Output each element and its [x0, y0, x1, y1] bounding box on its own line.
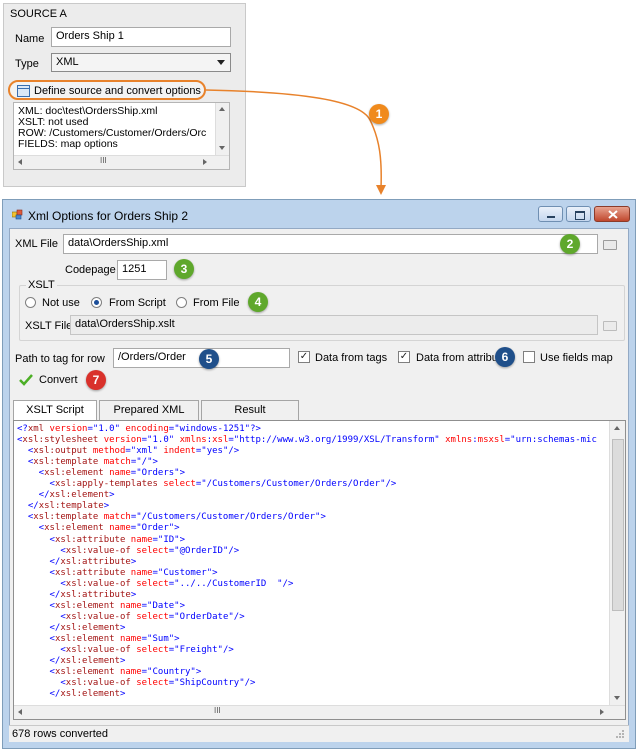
callout-2: 2: [560, 234, 580, 254]
code-line: <xsl:attribute name="ID">: [17, 534, 186, 545]
code-line: <?xml version="1.0" encoding="windows-12…: [17, 424, 261, 434]
code-line: <xsl:value-of select="../../CustomerID "…: [17, 578, 294, 589]
maximize-button[interactable]: [566, 206, 591, 222]
tab-xslt-script[interactable]: XSLT Script: [13, 400, 97, 421]
use-fields-map-label: Use fields map: [540, 352, 613, 364]
code-line: </xsl:template>: [17, 501, 110, 512]
xslt-file-label: XSLT File: [25, 320, 73, 332]
radio-from-script[interactable]: [91, 297, 102, 308]
code-line: <xsl:element name="Date">: [17, 600, 186, 611]
code-line: <xsl:value-of select="OrderDate"/>: [17, 611, 245, 622]
xslt-file-input[interactable]: data\OrdersShip.xslt: [70, 315, 598, 335]
folder-open-icon[interactable]: [603, 321, 617, 331]
status-text: 678 rows converted: [12, 728, 108, 740]
codepage-label: Codepage: [65, 264, 116, 276]
checkmark-icon: [19, 374, 33, 386]
code-line: </xsl:element>: [17, 656, 126, 667]
window-app-icon: [12, 209, 23, 220]
code-line: <xsl:template match="/">: [17, 457, 158, 468]
code-line: <xsl:element name="Orders">: [17, 468, 185, 479]
callout-6: 6: [495, 347, 515, 367]
code-line: <xsl:element name="Order">: [17, 523, 180, 534]
code-line: <xsl:template match="/Customers/Customer…: [17, 512, 326, 523]
code-horizontal-scrollbar[interactable]: III: [14, 705, 625, 719]
code-line: </xsl:element>: [17, 622, 126, 633]
code-line: </xsl:attribute>: [17, 556, 137, 567]
scroll-left-icon: [18, 709, 22, 715]
status-bar: 678 rows converted: [9, 725, 629, 742]
code-line: </xsl:element>: [17, 689, 126, 700]
codepage-input[interactable]: 1251: [117, 260, 167, 280]
dialog-title: Xml Options for Orders Ship 2: [28, 209, 189, 223]
maximize-icon: [575, 211, 585, 220]
code-line: <xsl:stylesheet version="1.0" xmlns:xsl=…: [17, 435, 597, 446]
code-line: <xsl:element name="Sum">: [17, 633, 180, 644]
scroll-up-icon: [614, 426, 620, 430]
code-line: </xsl:element>: [17, 490, 115, 501]
convert-button[interactable]: Convert: [17, 371, 81, 389]
code-line: <xsl:value-of select="ShipCountry"/>: [17, 678, 256, 689]
code-line: <xsl:output method="xml" indent="yes"/>: [17, 446, 240, 457]
minimize-button[interactable]: [538, 206, 563, 222]
callout-1: 1: [369, 104, 389, 124]
callout-4: 4: [248, 292, 268, 312]
code-line: <xsl:value-of select="Freight"/>: [17, 645, 234, 655]
xslt-group-label: XSLT: [26, 279, 57, 291]
code-line: <xsl:attribute name="Customer">: [17, 567, 218, 578]
minimize-icon: [547, 216, 555, 218]
xslt-code-editor[interactable]: <?xml version="1.0" encoding="windows-12…: [13, 420, 626, 720]
checkbox-data-from-attributes[interactable]: ✓: [398, 351, 410, 363]
checkbox-use-fields-map[interactable]: [523, 351, 535, 363]
close-icon: [608, 210, 618, 219]
callout-5: 5: [199, 349, 219, 369]
tab-result[interactable]: Result: [201, 400, 299, 420]
resize-grip-icon[interactable]: [616, 730, 625, 739]
checkbox-data-from-tags[interactable]: ✓: [298, 351, 310, 363]
radio-not-use[interactable]: [25, 297, 36, 308]
scroll-right-icon: [600, 709, 604, 715]
radio-from-script-label: From Script: [109, 297, 166, 309]
callout-3: 3: [174, 259, 194, 279]
scroll-down-icon: [614, 696, 620, 700]
code-line: <xsl:value-of select="@OrderID"/>: [17, 545, 240, 556]
path-label: Path to tag for row: [15, 353, 105, 365]
code-line: <xsl:element name="Country">: [17, 667, 202, 678]
scroll-grip: III: [214, 706, 221, 715]
scroll-thumb[interactable]: [612, 439, 624, 611]
data-from-attributes-label: Data from attribu: [416, 352, 498, 364]
radio-from-file-label: From File: [193, 297, 240, 309]
close-button[interactable]: [594, 206, 630, 222]
xml-file-input[interactable]: data\OrdersShip.xml: [63, 234, 598, 254]
connector-arrow: [205, 89, 386, 195]
radio-from-file[interactable]: [176, 297, 187, 308]
xml-file-label: XML File: [15, 238, 58, 250]
tab-prepared-xml[interactable]: Prepared XML: [99, 400, 199, 420]
code-line: <xsl:apply-templates select="/Customers/…: [17, 479, 397, 490]
code-vertical-scrollbar[interactable]: [609, 421, 625, 706]
folder-open-icon[interactable]: [603, 240, 617, 250]
data-from-tags-label: Data from tags: [315, 352, 388, 364]
radio-not-use-label: Not use: [42, 297, 80, 309]
convert-label: Convert: [39, 374, 78, 386]
callout-7: 7: [86, 370, 106, 390]
code-line: </xsl:attribute>: [17, 589, 137, 600]
